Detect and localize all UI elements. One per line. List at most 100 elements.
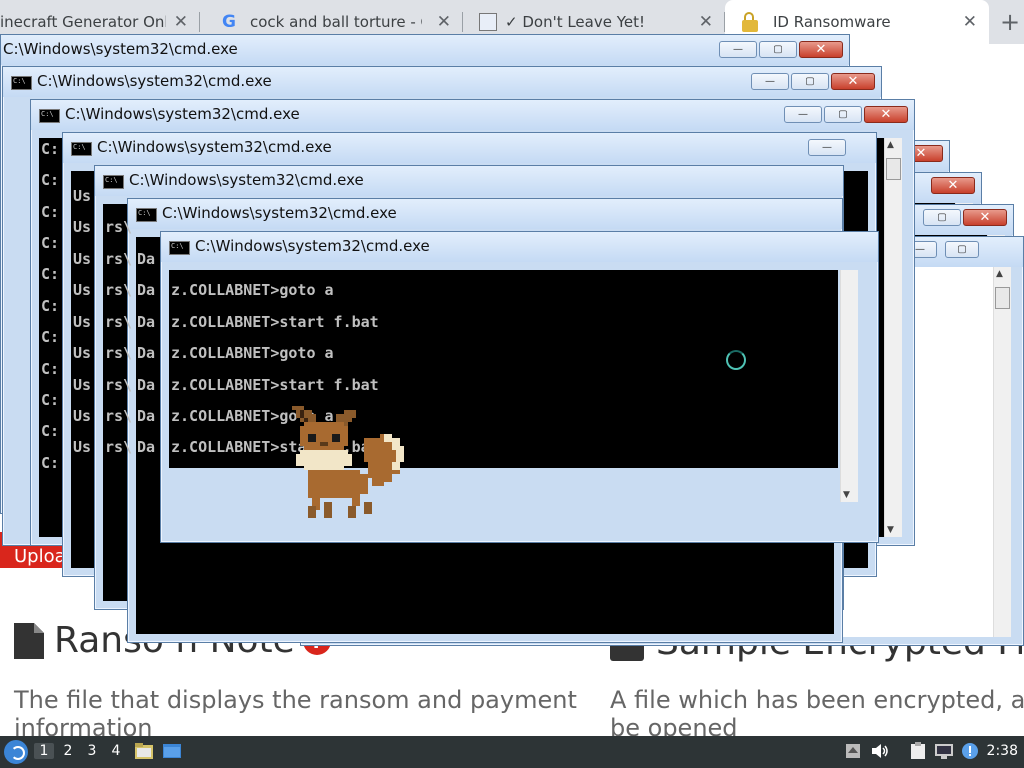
browser-window-icon[interactable]	[162, 742, 182, 760]
scroll-down-icon[interactable]: ▼	[843, 490, 850, 500]
console-line: C:	[41, 328, 60, 346]
maximize-button[interactable]: ▢	[945, 241, 979, 258]
close-icon[interactable]: ✕	[963, 12, 977, 32]
eject-icon[interactable]	[843, 742, 863, 760]
cmd-icon	[11, 76, 32, 90]
minimize-button[interactable]: —	[784, 106, 822, 123]
minimize-button[interactable]: —	[808, 139, 846, 156]
console-line: rs\	[105, 281, 133, 299]
console-line: Da	[137, 250, 156, 268]
console-line: C:	[41, 203, 60, 221]
console-line: Us	[73, 218, 92, 236]
scrollbar-thumb[interactable]	[886, 158, 901, 180]
scrollbar-thumb[interactable]	[995, 287, 1010, 309]
minimize-button[interactable]: —	[751, 73, 789, 90]
window-title: C:\Windows\system32\cmd.exe	[65, 105, 300, 123]
scrollbar[interactable]: ▲	[993, 267, 1011, 637]
close-icon[interactable]: ✕	[174, 12, 188, 32]
description-line: The file that displays the ransom and pa…	[14, 686, 577, 714]
console-line: rs\	[105, 376, 133, 394]
scrollbar[interactable]: ▲ ▼	[884, 138, 902, 537]
new-tab-button[interactable]: +	[1000, 8, 1020, 36]
console-line: Us	[73, 376, 92, 394]
ransom-note-description: The file that displays the ransom and pa…	[14, 686, 577, 742]
window-titlebar[interactable]: C:\Windows\system32\cmd.exe	[161, 232, 878, 262]
eevee-sprite-icon	[292, 406, 404, 518]
tab-title: ✓ Don't Leave Yet!	[505, 13, 646, 31]
busy-cursor-icon	[726, 350, 746, 370]
console-line: z.COLLABNET>start f.bat	[171, 313, 379, 331]
close-button[interactable]: ✕	[963, 209, 1007, 226]
window-titlebar[interactable]: C:\Windows\system32\cmd.exe	[128, 199, 842, 229]
console-line: C:	[41, 265, 60, 283]
console-line: Us	[73, 187, 92, 205]
taskbar: 1 2 3 4 2:38	[0, 736, 1024, 768]
console-line: C:	[41, 171, 60, 189]
console-line: Da	[137, 281, 156, 299]
console-line: Da	[137, 438, 156, 456]
file-manager-icon[interactable]	[134, 742, 154, 760]
workspace-1[interactable]: 1	[34, 743, 54, 759]
close-button[interactable]: ✕	[831, 73, 875, 90]
network-icon[interactable]	[934, 742, 954, 760]
window-titlebar[interactable]: C:\Windows\system32\cmd.exe — ▢ ✕	[31, 100, 914, 130]
workspace-2[interactable]: 2	[58, 743, 78, 759]
window-titlebar[interactable]: C:\Windows\system32\cmd.exe —	[63, 133, 876, 163]
console-line: Da	[137, 376, 156, 394]
console-line: C:	[41, 391, 60, 409]
close-button[interactable]: ✕	[931, 177, 975, 194]
maximize-button[interactable]: ▢	[791, 73, 829, 90]
console-line: Da	[137, 344, 156, 362]
page-icon	[479, 13, 497, 31]
cmd-icon	[169, 241, 190, 255]
window-titlebar[interactable]: C:\Windows\system32\cmd.exe	[95, 166, 843, 196]
google-icon: G	[222, 12, 236, 32]
window-titlebar[interactable]: C:\Windows\system32\cmd.exe — ▢ ✕	[3, 67, 881, 97]
console-line: rs\	[105, 407, 133, 425]
description-line: A file which has been encrypted, ar	[610, 686, 1024, 714]
window-title: C:\Windows\system32\cmd.exe	[37, 72, 272, 90]
clipboard-icon[interactable]	[908, 742, 928, 760]
tab-title: ID Ransomware	[773, 13, 891, 31]
window-title: C:\Windows\system32\cmd.exe	[195, 237, 430, 255]
console-line: Us	[73, 313, 92, 331]
window-title: C:\Windows\system32\cmd.exe	[129, 171, 364, 189]
console-line: z.COLLABNET>start f.bat	[171, 376, 379, 394]
console-line: rs\	[105, 218, 133, 236]
cmd-icon	[39, 109, 60, 123]
console-line: C:	[41, 454, 60, 472]
workspace-3[interactable]: 3	[82, 743, 102, 759]
notification-icon[interactable]	[960, 742, 980, 760]
close-button[interactable]: ✕	[799, 41, 843, 58]
maximize-button[interactable]: ▢	[923, 209, 961, 226]
console-line: z.COLLABNET>goto a	[171, 344, 334, 362]
close-icon[interactable]: ✕	[437, 12, 451, 32]
cmd-icon	[71, 142, 92, 156]
tab-title: inecraft Generator Onli	[0, 13, 166, 31]
window-title: C:\Windows\system32\cmd.exe	[97, 138, 332, 156]
minimize-button[interactable]: —	[719, 41, 757, 58]
volume-icon[interactable]	[870, 742, 890, 760]
close-icon[interactable]: ✕	[699, 12, 713, 32]
clock: 2:38	[986, 743, 1018, 759]
console-line: rs\	[105, 438, 133, 456]
scrollbar[interactable]: ▼	[840, 270, 858, 502]
console-line: Us	[73, 438, 92, 456]
console-line: Da	[137, 407, 156, 425]
scroll-up-icon[interactable]: ▲	[996, 269, 1003, 279]
close-button[interactable]: ✕	[864, 106, 908, 123]
file-icon	[14, 622, 44, 659]
window-titlebar[interactable]: C:\Windows\system32\cmd.exe — ▢ ✕	[1, 35, 849, 65]
tab-title: cock and ball torture - Go	[250, 13, 422, 31]
cmd-icon	[136, 208, 157, 222]
console-line: rs\	[105, 344, 133, 362]
maximize-button[interactable]: ▢	[824, 106, 862, 123]
window-title: C:\Windows\system32\cmd.exe	[162, 204, 397, 222]
workspace-4[interactable]: 4	[106, 743, 126, 759]
scroll-up-icon[interactable]: ▲	[887, 140, 894, 150]
console-line: C:	[41, 297, 60, 315]
maximize-button[interactable]: ▢	[759, 41, 797, 58]
scroll-down-icon[interactable]: ▼	[887, 525, 894, 535]
console-line: C:	[41, 140, 60, 158]
start-menu-icon[interactable]	[4, 740, 28, 764]
